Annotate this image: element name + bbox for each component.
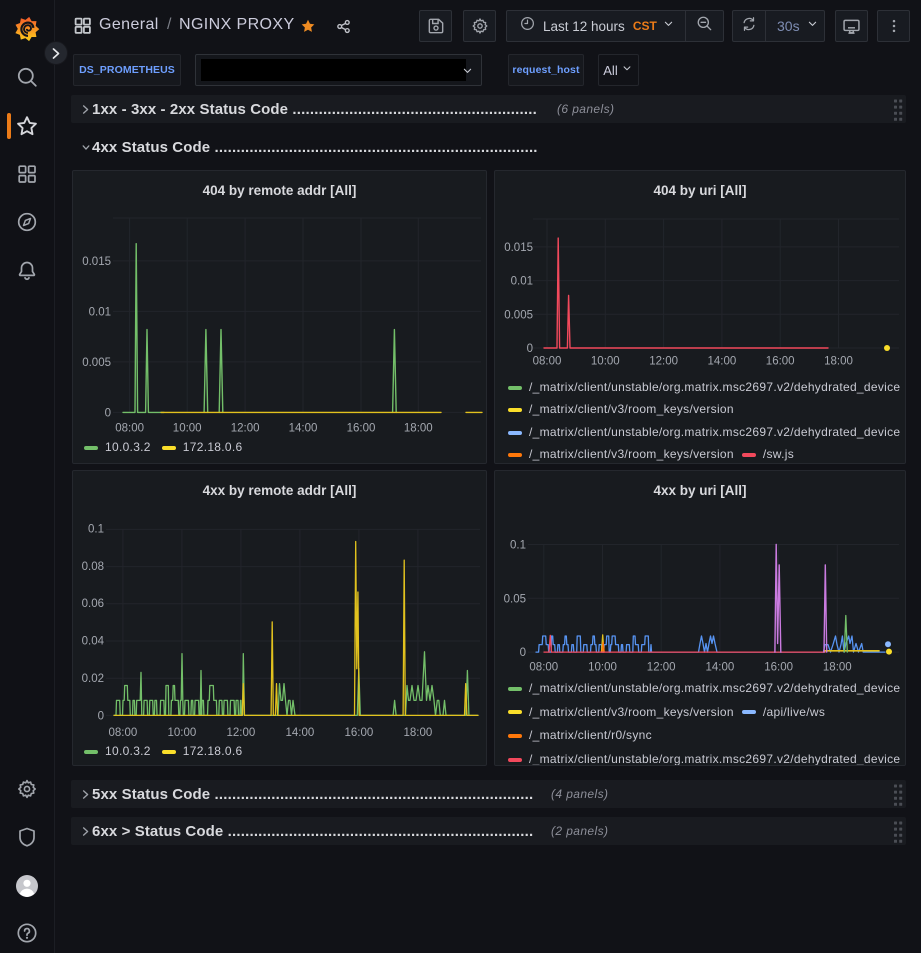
svg-text:0.005: 0.005 <box>82 357 111 369</box>
svg-text:10:00: 10:00 <box>168 727 197 739</box>
svg-text:18:00: 18:00 <box>823 662 852 674</box>
svg-text:18:00: 18:00 <box>404 727 433 739</box>
svg-text:0.05: 0.05 <box>504 593 526 605</box>
svg-text:0: 0 <box>98 710 104 722</box>
svg-text:0.01: 0.01 <box>89 306 111 318</box>
svg-text:12:00: 12:00 <box>649 356 678 368</box>
svg-text:0: 0 <box>520 647 526 659</box>
svg-text:10:00: 10:00 <box>173 423 202 435</box>
svg-text:14:00: 14:00 <box>289 423 318 435</box>
svg-text:16:00: 16:00 <box>347 423 376 435</box>
svg-text:10:00: 10:00 <box>588 662 617 674</box>
svg-text:0.1: 0.1 <box>88 523 104 535</box>
svg-text:18:00: 18:00 <box>824 356 853 368</box>
svg-text:0.1: 0.1 <box>510 540 526 552</box>
svg-text:14:00: 14:00 <box>286 727 315 739</box>
svg-text:0.015: 0.015 <box>504 242 533 254</box>
svg-text:08:00: 08:00 <box>533 356 562 368</box>
svg-text:12:00: 12:00 <box>647 662 676 674</box>
svg-text:0: 0 <box>105 407 111 419</box>
svg-text:12:00: 12:00 <box>227 727 256 739</box>
svg-text:0.015: 0.015 <box>82 256 111 268</box>
svg-text:16:00: 16:00 <box>764 662 793 674</box>
svg-text:12:00: 12:00 <box>231 423 260 435</box>
svg-text:18:00: 18:00 <box>404 423 433 435</box>
svg-text:08:00: 08:00 <box>115 423 144 435</box>
svg-text:0.005: 0.005 <box>504 309 533 321</box>
svg-text:10:00: 10:00 <box>591 356 620 368</box>
svg-text:14:00: 14:00 <box>708 356 737 368</box>
svg-text:0.02: 0.02 <box>82 673 104 685</box>
svg-text:0: 0 <box>527 343 533 355</box>
svg-text:0.08: 0.08 <box>82 561 104 573</box>
svg-text:0.06: 0.06 <box>82 598 104 610</box>
svg-text:16:00: 16:00 <box>345 727 374 739</box>
svg-text:08:00: 08:00 <box>109 727 138 739</box>
svg-text:08:00: 08:00 <box>529 662 558 674</box>
svg-text:0.01: 0.01 <box>511 276 533 288</box>
svg-text:16:00: 16:00 <box>766 356 795 368</box>
svg-text:14:00: 14:00 <box>706 662 735 674</box>
svg-text:0.04: 0.04 <box>82 636 105 648</box>
